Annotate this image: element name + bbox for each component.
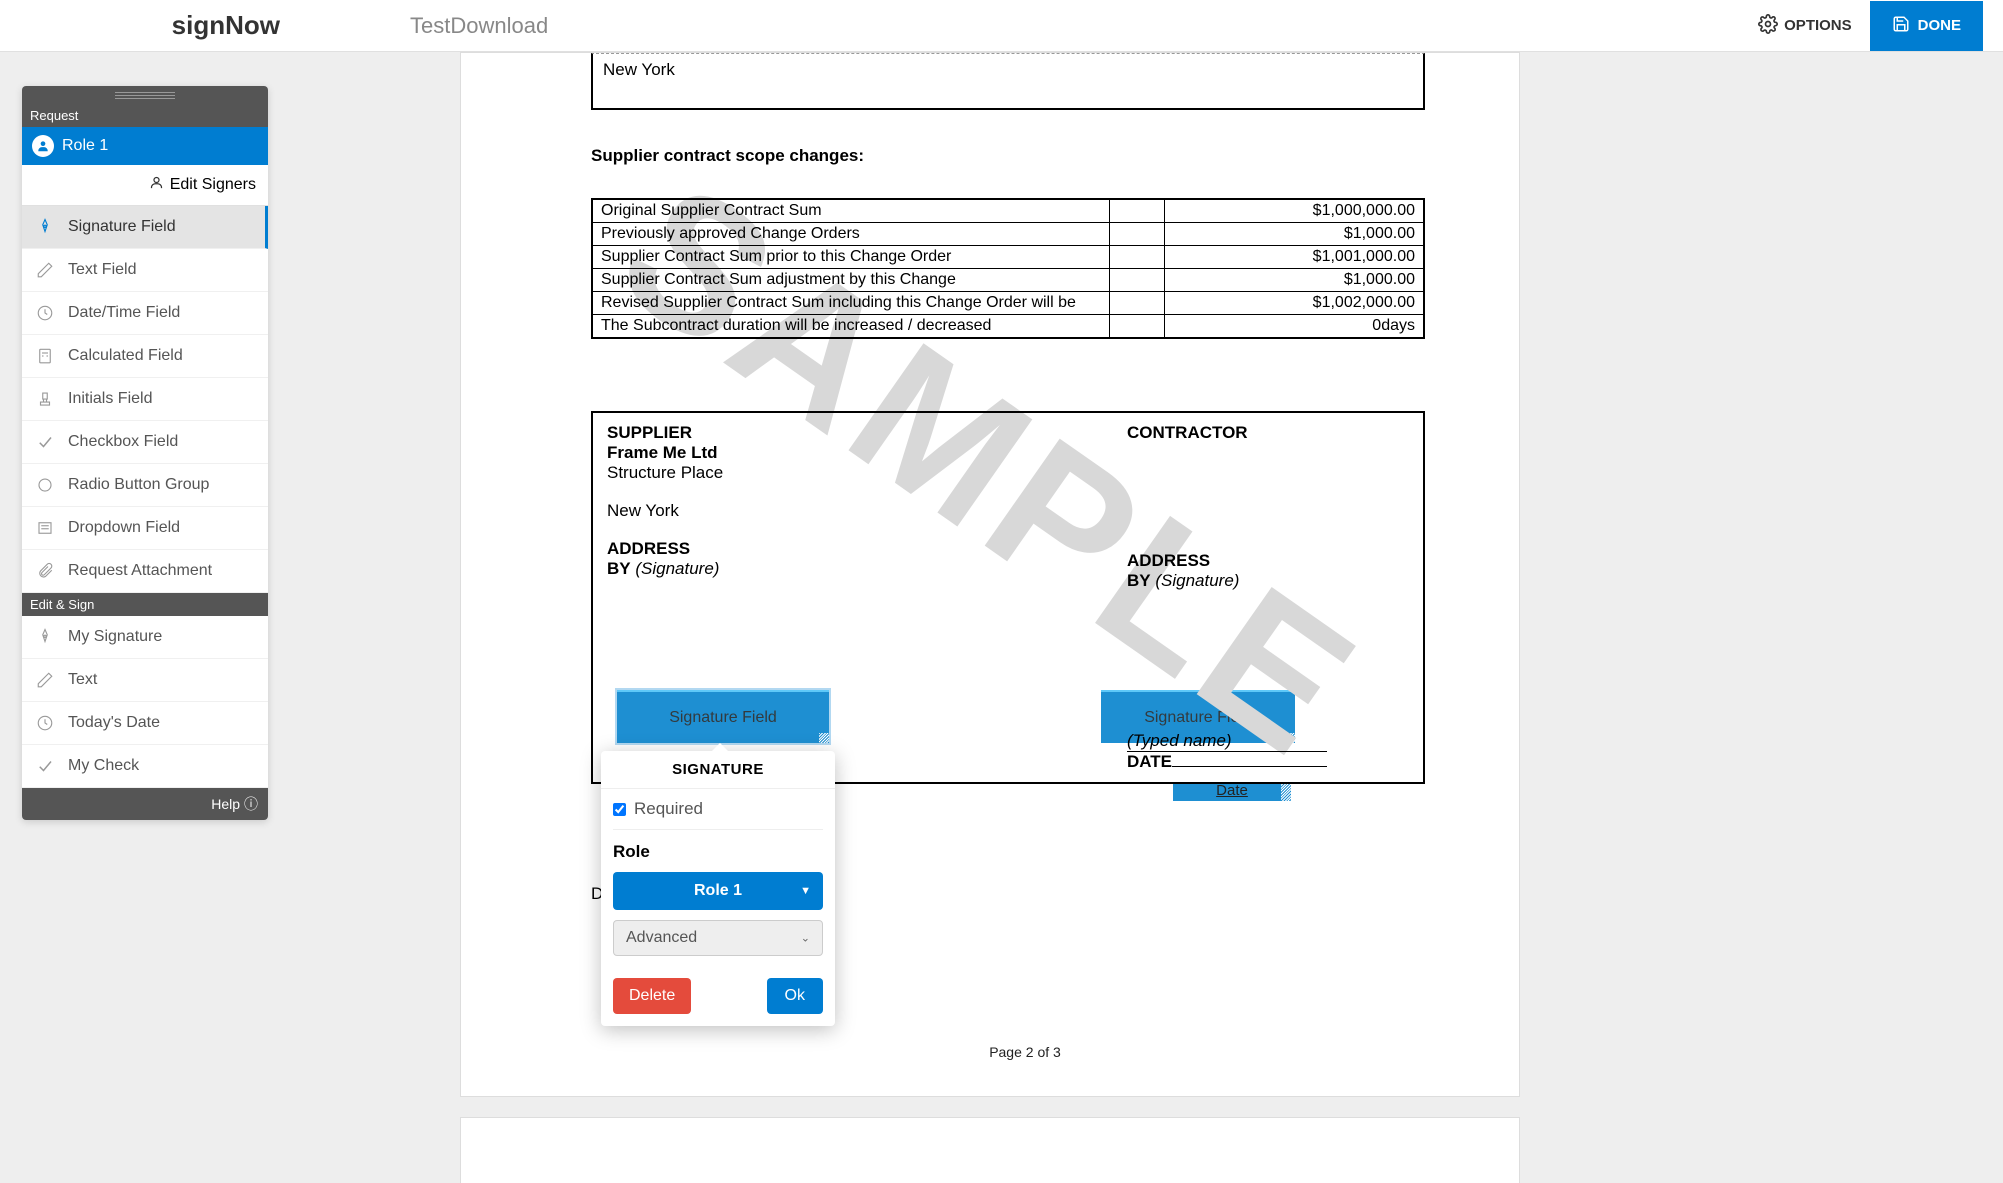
- field-text[interactable]: Text Field: [22, 249, 268, 292]
- help-icon: ⓘ: [244, 794, 258, 814]
- table-row: Revised Supplier Contract Sum including …: [592, 292, 1424, 315]
- table-row: The Subcontract duration will be increas…: [592, 315, 1424, 339]
- pen-nib-icon: [36, 218, 54, 236]
- chevron-down-icon: ⌄: [801, 932, 810, 945]
- options-button[interactable]: OPTIONS: [1740, 14, 1870, 38]
- document-page-next[interactable]: [460, 1117, 1520, 1183]
- logo-text: signNow: [172, 10, 280, 41]
- circle-icon: [36, 476, 54, 494]
- role-selector[interactable]: Role 1: [22, 127, 268, 165]
- field-dropdown[interactable]: Dropdown Field: [22, 507, 268, 550]
- person-outline-icon: [149, 175, 164, 195]
- my-signature[interactable]: My Signature: [22, 616, 268, 659]
- table-row: Previously approved Change Orders$1,000.…: [592, 223, 1424, 246]
- check-icon: [36, 433, 54, 451]
- delete-button[interactable]: Delete: [613, 978, 691, 1014]
- pen-nib-icon: [36, 628, 54, 646]
- role-dropdown[interactable]: Role 1 ▼: [613, 872, 823, 910]
- my-text[interactable]: Text: [22, 659, 268, 702]
- stamp-icon: [36, 390, 54, 408]
- drag-handle[interactable]: [22, 86, 268, 104]
- my-check[interactable]: My Check: [22, 745, 268, 788]
- pencil-icon: [36, 261, 54, 279]
- required-checkbox-row[interactable]: Required: [613, 799, 823, 830]
- role-label: Role 1: [62, 137, 108, 155]
- paperclip-icon: [36, 562, 54, 580]
- person-icon: [32, 135, 54, 157]
- ok-button[interactable]: Ok: [767, 978, 823, 1014]
- table-row: Supplier Contract Sum prior to this Chan…: [592, 246, 1424, 269]
- document-title: TestDownload: [300, 13, 1740, 39]
- clock-icon: [36, 714, 54, 732]
- table-row: Supplier Contract Sum adjustment by this…: [592, 269, 1424, 292]
- section-editsign-header: Edit & Sign: [22, 593, 268, 616]
- list-icon: [36, 519, 54, 537]
- popup-title: SIGNATURE: [601, 751, 835, 789]
- field-checkbox[interactable]: Checkbox Field: [22, 421, 268, 464]
- fields-sidebar: Request Role 1 Edit Signers Signature Fi…: [22, 86, 268, 820]
- required-checkbox[interactable]: [613, 803, 626, 816]
- field-radio[interactable]: Radio Button Group: [22, 464, 268, 507]
- field-attachment[interactable]: Request Attachment: [22, 550, 268, 593]
- advanced-toggle[interactable]: Advanced ⌄: [613, 920, 823, 956]
- logo: signNow: [20, 10, 300, 41]
- document-canvas[interactable]: SAMPLE New York Supplier contract scope …: [460, 52, 2003, 1183]
- field-signature[interactable]: Signature Field: [22, 206, 268, 249]
- edit-signers-button[interactable]: Edit Signers: [22, 165, 268, 206]
- clock-icon: [36, 304, 54, 322]
- signature-section: SUPPLIER Frame Me Ltd Structure Place Ne…: [591, 411, 1425, 784]
- table-row: Original Supplier Contract Sum$1,000,000…: [592, 199, 1424, 223]
- field-properties-popup: SIGNATURE Required Role Role 1 ▼ Advance…: [601, 751, 835, 1026]
- todays-date[interactable]: Today's Date: [22, 702, 268, 745]
- scope-title: Supplier contract scope changes:: [591, 146, 1459, 166]
- document-page[interactable]: SAMPLE New York Supplier contract scope …: [460, 52, 1520, 1097]
- role-label: Role: [613, 842, 823, 862]
- field-datetime[interactable]: Date/Time Field: [22, 292, 268, 335]
- gear-icon: [1758, 14, 1778, 38]
- save-icon: [1892, 15, 1910, 37]
- help-button[interactable]: Help ⓘ: [22, 788, 268, 820]
- page-number: Page 2 of 3: [591, 1044, 1459, 1060]
- section-request-header: Request: [22, 104, 268, 127]
- app-header: signNow TestDownload OPTIONS DONE: [0, 0, 2003, 52]
- check-icon: [36, 757, 54, 775]
- done-button[interactable]: DONE: [1870, 1, 1983, 51]
- chevron-down-icon: ▼: [800, 885, 811, 897]
- cost-table: Original Supplier Contract Sum$1,000,000…: [591, 198, 1425, 339]
- calculator-icon: [36, 347, 54, 365]
- field-calculated[interactable]: Calculated Field: [22, 335, 268, 378]
- address-box: New York: [591, 53, 1425, 110]
- field-initials[interactable]: Initials Field: [22, 378, 268, 421]
- pencil-icon: [36, 671, 54, 689]
